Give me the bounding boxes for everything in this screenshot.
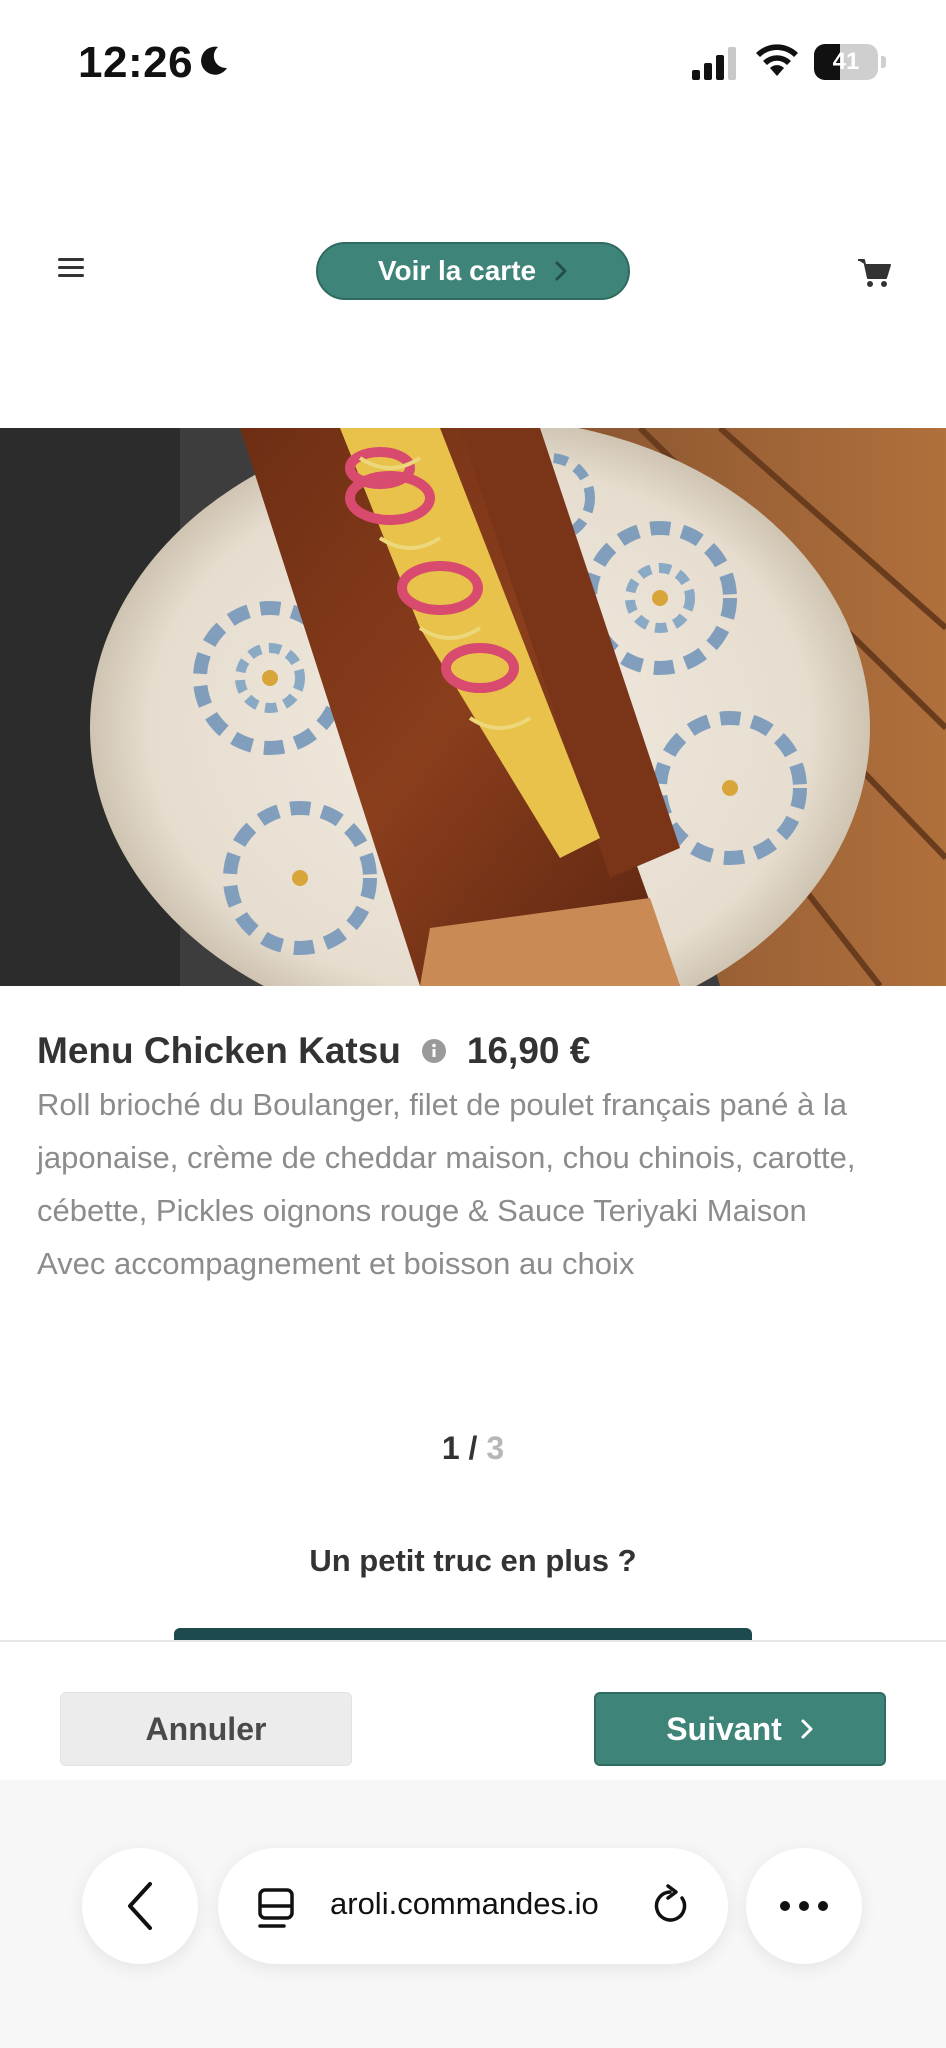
browser-more-button[interactable] (746, 1848, 862, 1964)
wifi-icon (756, 44, 798, 76)
next-button[interactable]: Suivant (594, 1692, 886, 1766)
product-extra-line: Avec accompagnement et boisson au choix (37, 1246, 635, 1281)
moon-icon (201, 46, 227, 75)
sandwich-photo (0, 428, 946, 986)
product-description: Roll brioché du Boulanger, filet de poul… (37, 1078, 917, 1290)
action-bar: Annuler Suivant (0, 1640, 946, 1780)
voir-la-carte-label: Voir la carte (377, 255, 537, 286)
battery-indicator: 41 (814, 44, 886, 80)
status-bar: 12:26 41 (0, 0, 946, 120)
product-name: Menu Chicken Katsu (37, 1030, 401, 1071)
product-photo (0, 428, 946, 986)
extra-section-title: Un petit truc en plus ? (309, 1543, 637, 1578)
battery-body: 41 (814, 44, 878, 80)
pagination-separator: / (459, 1430, 487, 1466)
browser-toolbar: aroli.commandes.io (0, 1780, 946, 2048)
pagination-current: 1 (441, 1430, 460, 1466)
chevron-right-icon (555, 261, 567, 281)
cancel-button[interactable]: Annuler (60, 1692, 352, 1766)
product-price: 16,90 € (466, 1030, 591, 1071)
shopping-cart-icon[interactable] (856, 256, 892, 290)
cancel-label: Annuler (145, 1710, 267, 1747)
chevron-right-icon (801, 1719, 813, 1739)
browser-back-button[interactable] (82, 1848, 198, 1964)
info-icon[interactable] (421, 1038, 447, 1064)
status-time: 12:26 (78, 38, 194, 87)
product-description-text: Roll brioché du Boulanger, filet de poul… (37, 1087, 856, 1228)
browser-address-bar[interactable]: aroli.commandes.io (218, 1848, 728, 1964)
product-title-row: Menu Chicken Katsu 16,90 € (37, 1026, 917, 1076)
hamburger-menu-icon[interactable] (52, 250, 92, 286)
reload-icon[interactable] (650, 1884, 692, 1928)
tabs-icon[interactable] (256, 1886, 296, 1930)
chevron-left-icon (128, 1882, 152, 1930)
voir-la-carte-button[interactable]: Voir la carte (316, 242, 630, 300)
site-header: Voir la carte (0, 220, 946, 320)
url-text: aroli.commandes.io (330, 1886, 599, 1921)
cellular-signal-icon (692, 47, 736, 80)
pagination-total: 3 (486, 1430, 505, 1466)
battery-level-text: 41 (832, 48, 860, 75)
more-dots-icon (780, 1901, 828, 1911)
step-pagination: 1 / 3 (0, 1430, 946, 1467)
battery-cap (881, 56, 886, 68)
next-label: Suivant (666, 1710, 782, 1747)
